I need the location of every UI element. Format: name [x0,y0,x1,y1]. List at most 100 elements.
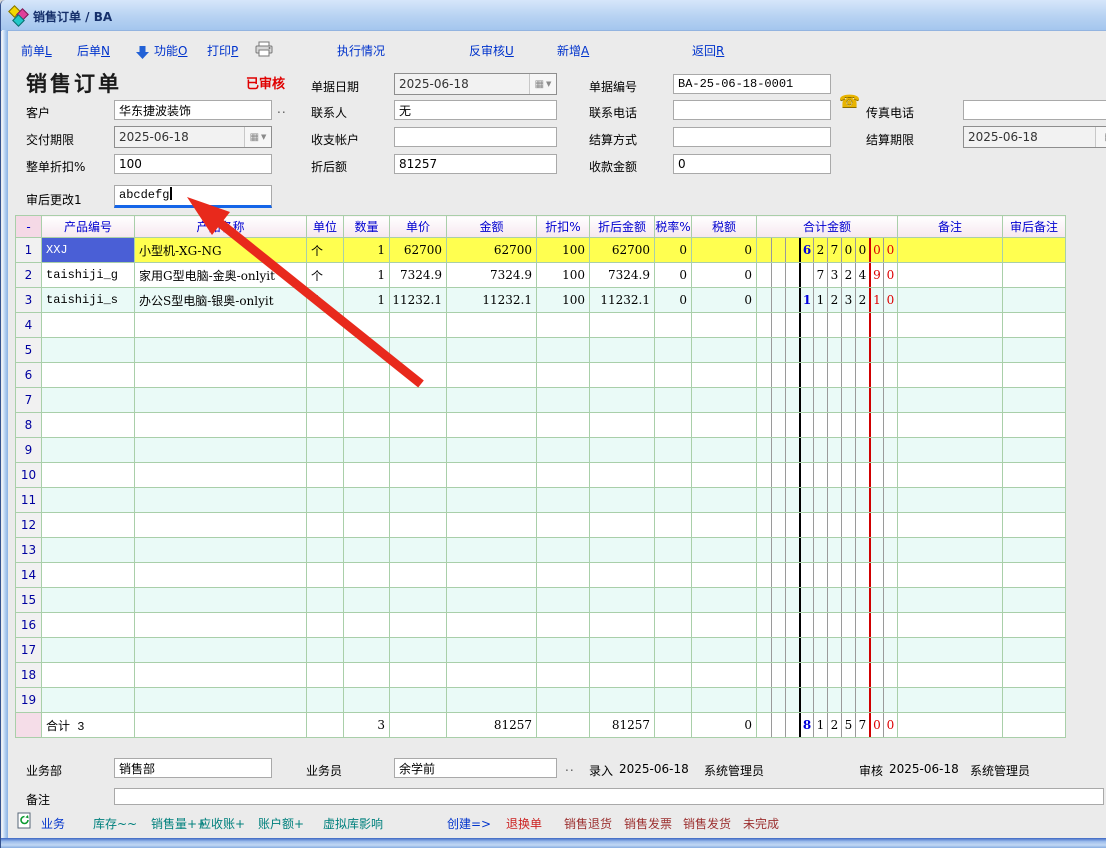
next-bill-button[interactable]: 后单N [77,42,110,59]
receivable-button[interactable]: 应收账+ [199,815,245,832]
cell-amount[interactable] [447,563,537,588]
cell-postremark[interactable] [1003,388,1066,413]
cell-discounted[interactable] [590,513,655,538]
cell-discount[interactable] [537,688,590,713]
cell-unit[interactable] [307,488,344,513]
cell-unit[interactable] [307,663,344,688]
cell-unit[interactable] [307,588,344,613]
cell-amount[interactable] [447,688,537,713]
cell-rownum[interactable]: 18 [16,663,42,688]
cell-qty[interactable] [344,363,390,388]
cell-discounted[interactable] [590,563,655,588]
cell-discount[interactable] [537,413,590,438]
cell-code[interactable] [42,413,135,438]
cell-code[interactable] [42,313,135,338]
cell-qty[interactable] [344,613,390,638]
cell-unit[interactable] [307,388,344,413]
cell-name[interactable] [135,438,307,463]
cell-name[interactable] [135,688,307,713]
unfinished-button[interactable]: 未完成 [743,815,779,832]
cell-remark[interactable] [898,588,1003,613]
cell-taxrate[interactable] [655,388,692,413]
exchange-bill-button[interactable]: 退换单 [506,815,542,832]
cell-discount[interactable] [537,538,590,563]
cell-rownum[interactable]: 15 [16,588,42,613]
cell-amount[interactable] [447,663,537,688]
cell-tax[interactable] [692,488,757,513]
cell-remark[interactable] [898,363,1003,388]
cell-code[interactable] [42,563,135,588]
cell-tax[interactable] [692,638,757,663]
cell-taxrate[interactable]: 0 [655,288,692,313]
print-button[interactable]: 打印P [207,42,238,59]
cell-code[interactable] [42,688,135,713]
cell-tax[interactable] [692,338,757,363]
cell-amount[interactable]: 62700 [447,238,537,263]
cell-qty[interactable] [344,438,390,463]
cell-qty[interactable]: 1 [344,288,390,313]
cell-discount[interactable] [537,363,590,388]
cell-discounted[interactable] [590,663,655,688]
cell-qty[interactable] [344,563,390,588]
cell-discounted[interactable] [590,538,655,563]
cell-postremark[interactable] [1003,563,1066,588]
cell-postremark[interactable] [1003,363,1066,388]
cell-discounted[interactable] [590,588,655,613]
sales-invoice-button[interactable]: 销售发票 [624,815,672,832]
sales-return-button[interactable]: 销售退货 [564,815,612,832]
cell-remark[interactable] [898,313,1003,338]
cell-name[interactable] [135,613,307,638]
cell-postremark[interactable] [1003,238,1066,263]
cell-code[interactable] [42,363,135,388]
calendar-dropdown-icon[interactable]: ▦▼ [529,74,556,94]
cell-price[interactable] [390,638,447,663]
cell-tax[interactable] [692,363,757,388]
cell-taxrate[interactable] [655,613,692,638]
return-button[interactable]: 返回R [692,42,724,59]
cell-rownum[interactable]: 6 [16,363,42,388]
whole-discount-input[interactable] [114,154,272,174]
cell-name[interactable] [135,363,307,388]
cell-remark[interactable] [898,263,1003,288]
cell-amount[interactable] [447,438,537,463]
cell-unit[interactable] [307,538,344,563]
cell-discounted[interactable] [590,638,655,663]
cell-discounted[interactable]: 62700 [590,238,655,263]
calendar-dropdown-icon[interactable]: ▦▼ [244,127,271,147]
cell-discounted[interactable] [590,338,655,363]
contact-input[interactable] [394,100,557,120]
business-button[interactable]: 业务 [41,815,65,832]
cell-code[interactable] [42,488,135,513]
settle-deadline-field[interactable]: 2025-06-18 ▦ [963,126,1106,148]
cell-unit[interactable] [307,513,344,538]
cell-taxrate[interactable] [655,538,692,563]
cell-rownum[interactable]: 4 [16,313,42,338]
cell-amount[interactable] [447,413,537,438]
cell-taxrate[interactable] [655,463,692,488]
cell-taxrate[interactable] [655,338,692,363]
account-input[interactable] [394,127,557,147]
cell-tax[interactable] [692,513,757,538]
salesman-browse-button[interactable]: .. [565,760,575,774]
cell-qty[interactable] [344,663,390,688]
cell-rownum[interactable]: 12 [16,513,42,538]
account-amount-button[interactable]: 账户额+ [258,815,304,832]
sales-delivery-button[interactable]: 销售发货 [683,815,731,832]
cell-discount[interactable] [537,438,590,463]
cell-tax[interactable] [692,538,757,563]
execution-status-button[interactable]: 执行情况 [337,42,385,59]
cell-discount[interactable] [537,588,590,613]
cell-rownum[interactable]: 13 [16,538,42,563]
cell-rownum[interactable]: 17 [16,638,42,663]
cell-remark[interactable] [898,563,1003,588]
cell-name[interactable] [135,513,307,538]
cell-qty[interactable]: 1 [344,263,390,288]
cell-taxrate[interactable] [655,363,692,388]
customer-input[interactable] [114,100,272,120]
calendar-dropdown-icon[interactable]: ▦ [1095,127,1106,147]
cell-postremark[interactable] [1003,638,1066,663]
dept-input[interactable] [114,758,272,778]
cell-qty[interactable] [344,588,390,613]
cell-discounted[interactable] [590,688,655,713]
refresh-page-icon[interactable] [17,812,32,833]
